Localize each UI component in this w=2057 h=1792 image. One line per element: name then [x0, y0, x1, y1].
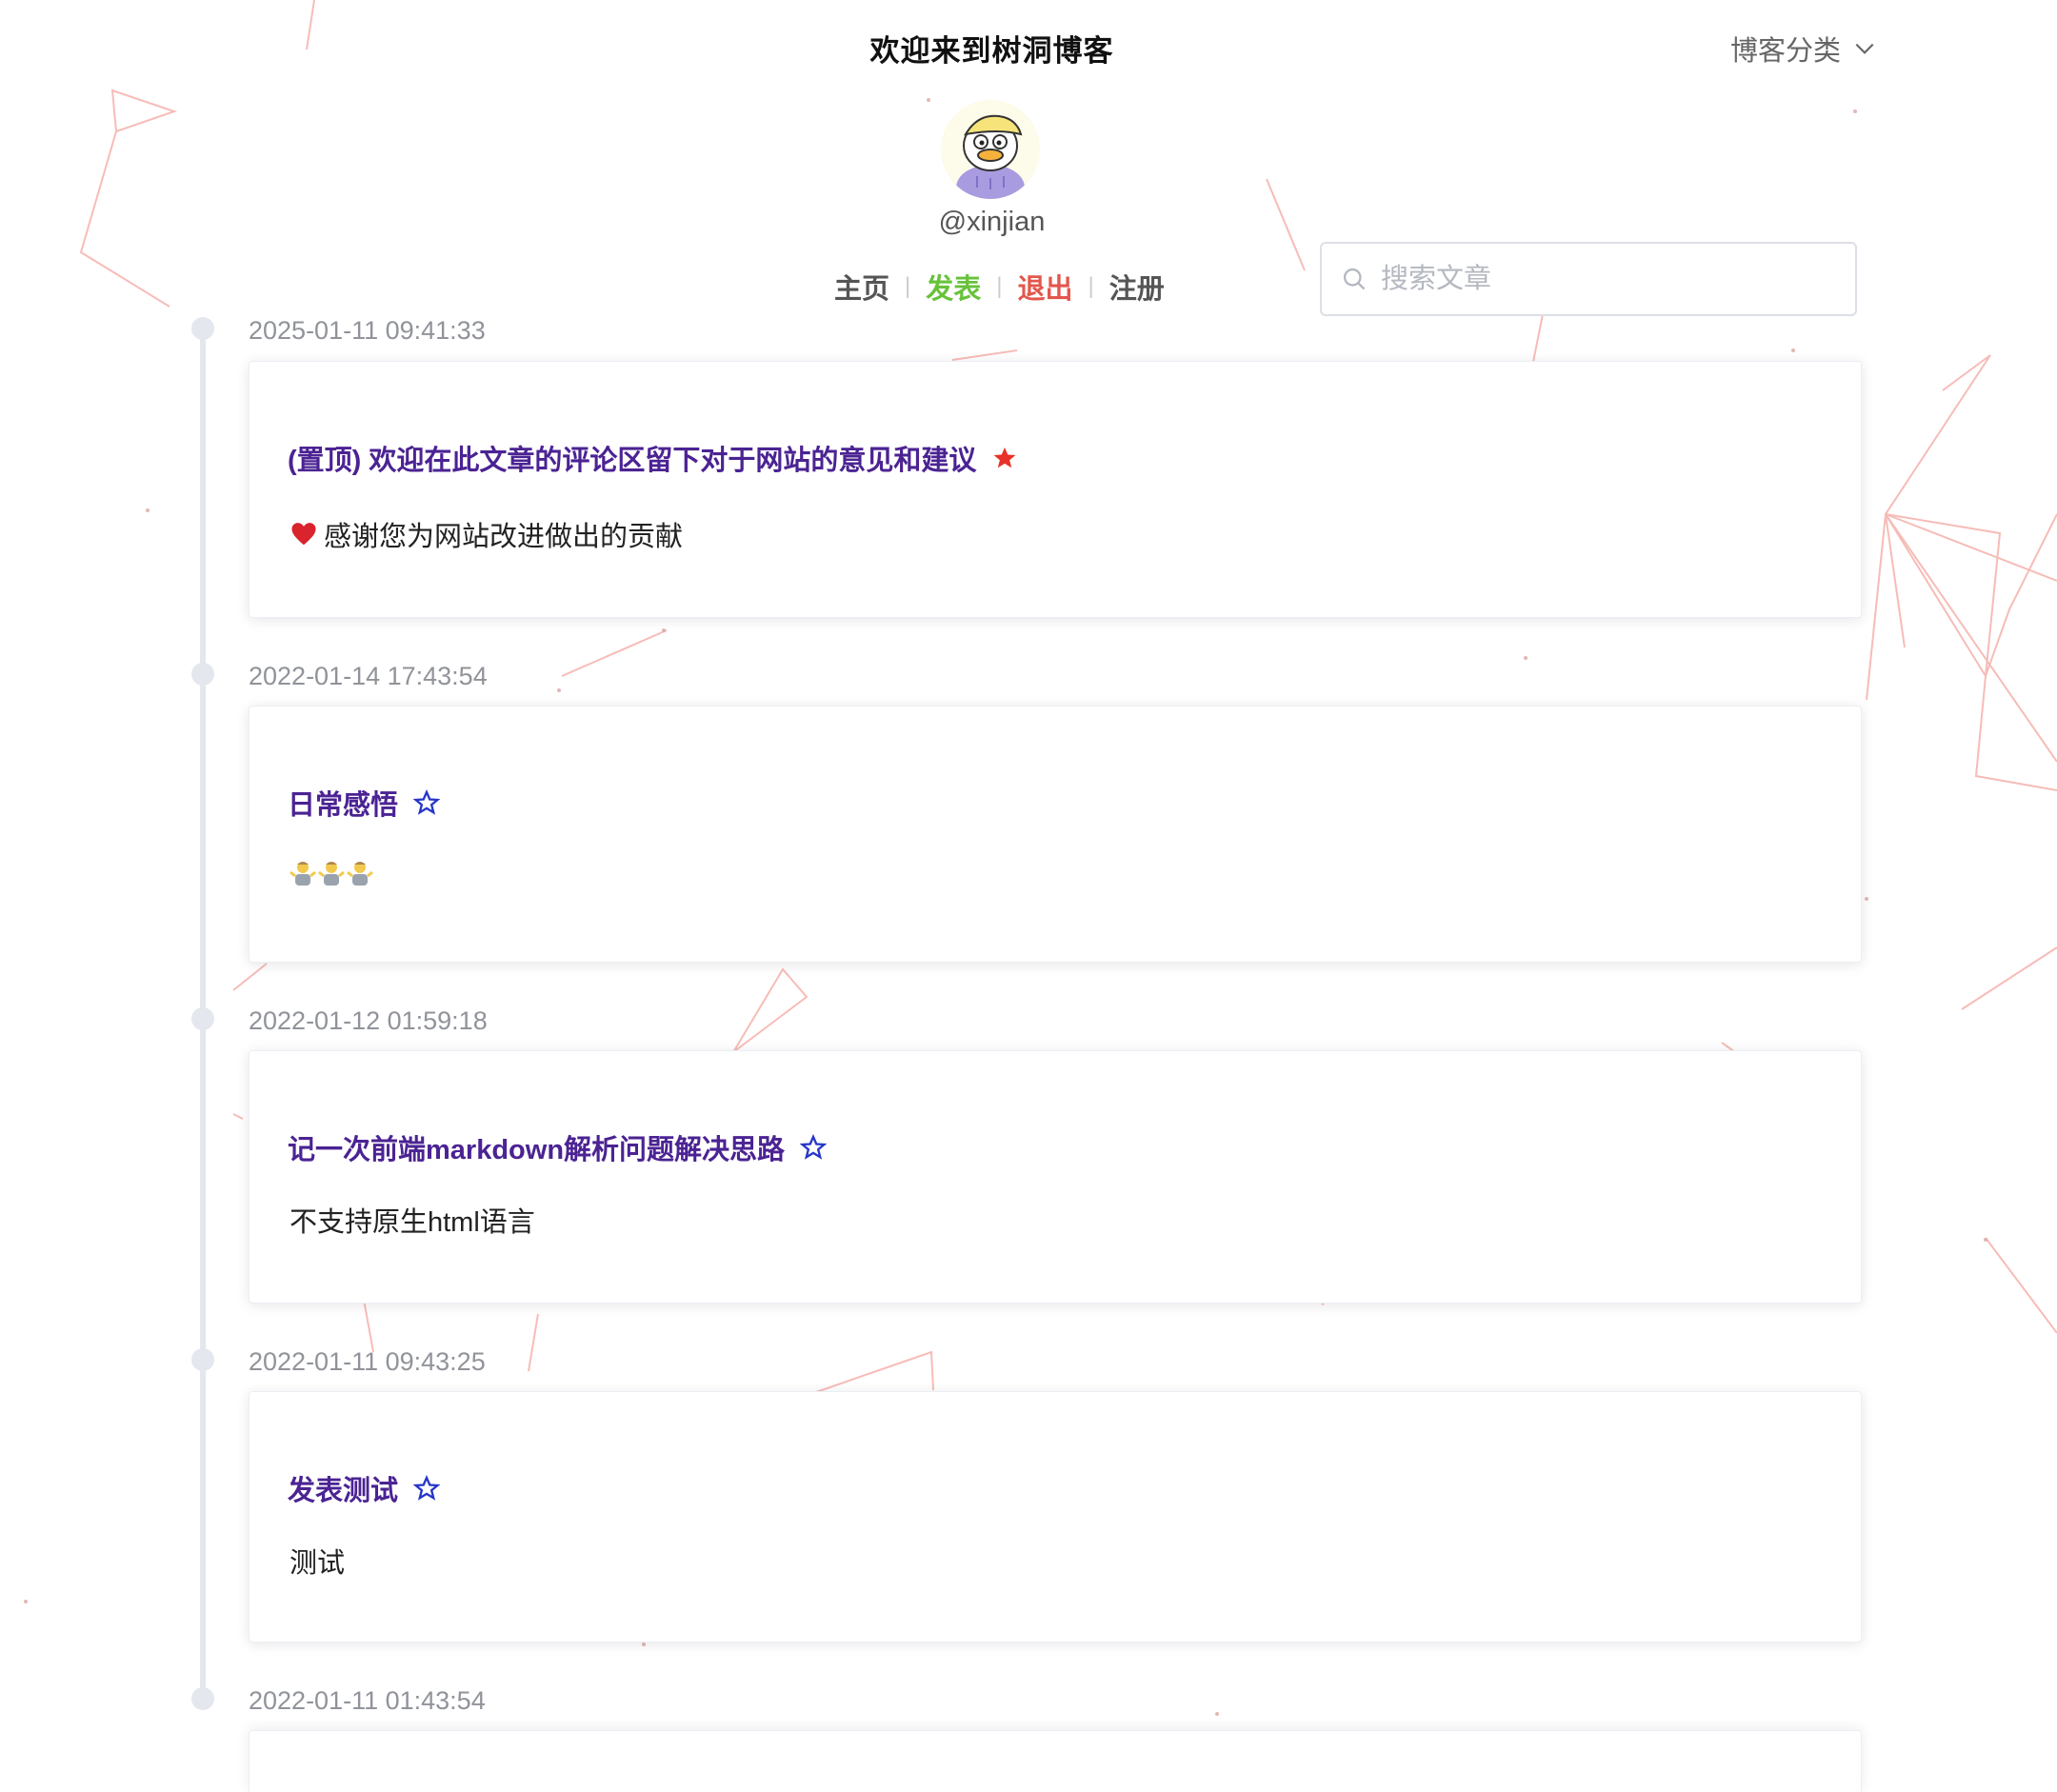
post-title-text: 记一次前端markdown解析问题解决思路 — [288, 1135, 786, 1165]
search-icon — [1343, 268, 1366, 290]
outline-star-icon[interactable] — [413, 789, 441, 816]
search-box[interactable] — [1320, 242, 1857, 316]
timeline-dot — [191, 317, 214, 340]
duck-avatar-icon — [941, 100, 1040, 199]
person-shrugging-emoji — [290, 859, 373, 887]
post-title-text: 日常感悟 — [288, 790, 399, 821]
outline-star-icon[interactable] — [800, 1134, 828, 1161]
nav-logout-link[interactable]: 退出 — [1018, 267, 1073, 307]
post-title-text: (置顶) 欢迎在此文章的评论区留下对于网站的意见和建议 — [288, 446, 977, 476]
main-nav: 主页 | 发表 | 退出 | 注册 — [834, 267, 1165, 307]
timeline-dot — [191, 1007, 214, 1030]
post-description-text: 不支持原生html语言 — [290, 1207, 535, 1238]
post-description-text: 感谢您为网站改进做出的贡献 — [324, 522, 684, 552]
post-description: 测试 — [290, 1541, 345, 1581]
post-title-link[interactable]: 日常感悟 — [288, 783, 441, 823]
post-description: 感谢您为网站改进做出的贡献 — [290, 514, 683, 554]
page: 欢迎来到树洞博客 博客分类 @xinjian 主页 | 发表 | 退出 | 注册 — [0, 0, 2057, 1792]
filled-star-icon[interactable] — [991, 445, 1018, 471]
nav-divider: | — [905, 273, 911, 299]
heart-icon — [290, 520, 318, 548]
category-dropdown[interactable]: 博客分类 — [1730, 29, 1877, 69]
post-card[interactable] — [249, 1730, 1862, 1792]
post-card[interactable]: (置顶) 欢迎在此文章的评论区留下对于网站的意见和建议 感谢您为网站改进做出的贡… — [249, 361, 1862, 618]
username: @xinjian — [938, 207, 1046, 237]
outline-star-icon[interactable] — [413, 1475, 441, 1502]
post-title-link[interactable]: 记一次前端markdown解析问题解决思路 — [288, 1127, 828, 1167]
post-title-link[interactable]: 发表测试 — [288, 1468, 441, 1508]
post-timestamp: 2022-01-11 01:43:54 — [249, 1686, 486, 1715]
post-timestamp: 2022-01-14 17:43:54 — [249, 662, 488, 690]
search-input[interactable] — [1379, 262, 1821, 296]
timeline-dot — [191, 1687, 214, 1710]
post-card[interactable]: 日常感悟 — [249, 706, 1862, 963]
post-description — [290, 859, 373, 887]
post-timestamp: 2022-01-12 01:59:18 — [249, 1006, 488, 1035]
site-title: 欢迎来到树洞博客 — [869, 34, 1114, 68]
nav-divider: | — [996, 273, 1003, 299]
post-title-link[interactable]: (置顶) 欢迎在此文章的评论区留下对于网站的意见和建议 — [288, 438, 1018, 478]
post-card[interactable]: 发表测试 测试 — [249, 1391, 1862, 1643]
nav-divider: | — [1088, 273, 1094, 299]
timeline-dot — [191, 663, 214, 686]
nav-home-link[interactable]: 主页 — [834, 267, 889, 307]
post-description-text: 测试 — [290, 1548, 346, 1579]
category-dropdown-label: 博客分类 — [1730, 36, 1842, 67]
nav-publish-link[interactable]: 发表 — [926, 267, 981, 307]
post-timestamp: 2022-01-11 09:43:25 — [249, 1347, 486, 1376]
avatar[interactable] — [941, 100, 1040, 199]
post-timestamp: 2025-01-11 09:41:33 — [249, 316, 486, 345]
nav-register-link[interactable]: 注册 — [1109, 267, 1165, 307]
chevron-down-icon — [1855, 43, 1874, 54]
post-card[interactable]: 记一次前端markdown解析问题解决思路 不支持原生html语言 — [249, 1050, 1862, 1304]
timeline-dot — [191, 1348, 214, 1371]
post-description: 不支持原生html语言 — [290, 1200, 535, 1240]
post-title-text: 发表测试 — [288, 1476, 399, 1506]
